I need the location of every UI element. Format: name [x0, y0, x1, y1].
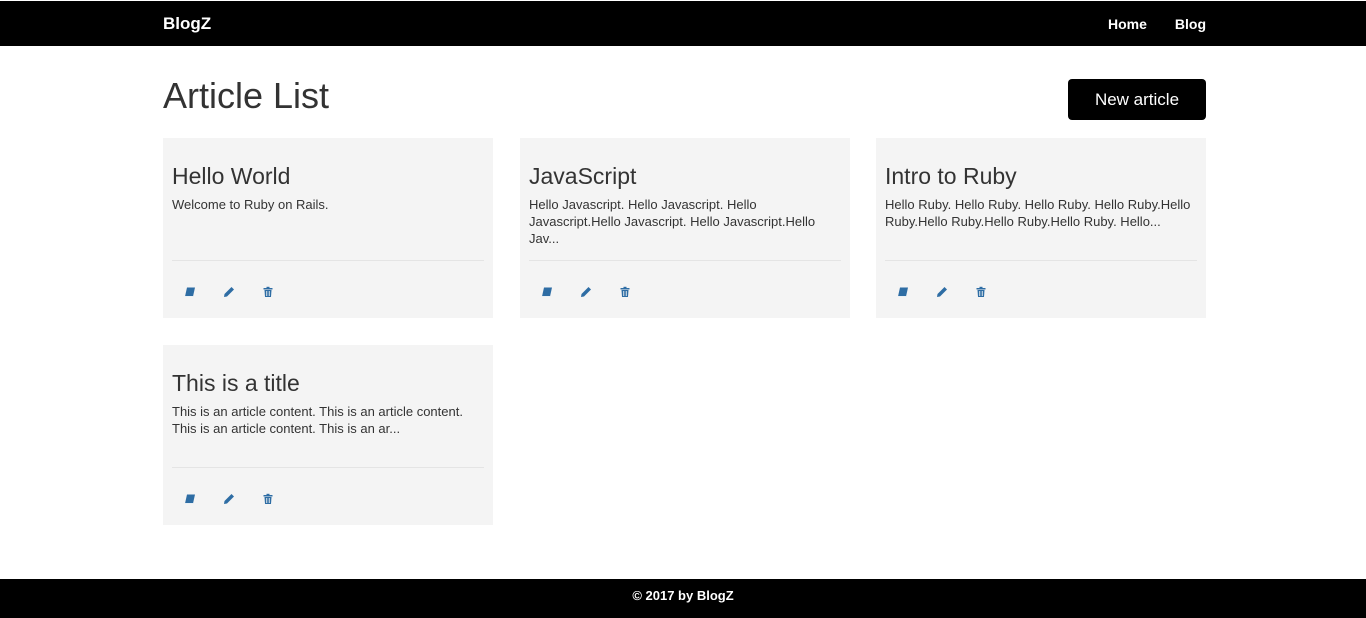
brand-link[interactable]: BlogZ	[163, 14, 211, 34]
nav-link-home[interactable]: Home	[1108, 15, 1147, 33]
pencil-icon[interactable]	[222, 492, 236, 506]
book-icon[interactable]	[540, 285, 554, 299]
article-card: Intro to Ruby Hello Ruby. Hello Ruby. He…	[876, 138, 1206, 318]
navbar: BlogZ Home Blog	[0, 1, 1366, 46]
article-card: JavaScript Hello Javascript. Hello Javas…	[520, 138, 850, 318]
article-excerpt: This is an article content. This is an a…	[172, 404, 463, 436]
card-actions	[183, 285, 300, 299]
card-actions	[896, 285, 1013, 299]
card-actions	[183, 492, 300, 506]
card-actions	[540, 285, 657, 299]
footer-copyright: © 2017 by BlogZ	[632, 588, 734, 603]
pencil-icon[interactable]	[222, 285, 236, 299]
footer: © 2017 by BlogZ	[0, 579, 1366, 618]
book-icon[interactable]	[183, 285, 197, 299]
card-divider	[172, 467, 484, 468]
article-title: Hello World	[172, 163, 291, 189]
book-icon[interactable]	[896, 285, 910, 299]
new-article-button[interactable]: New article	[1068, 79, 1206, 120]
page-title: Article List	[163, 75, 330, 116]
article-title: Intro to Ruby	[885, 163, 1017, 189]
article-excerpt: Hello Ruby. Hello Ruby. Hello Ruby. Hell…	[885, 197, 1191, 229]
trash-icon[interactable]	[974, 285, 988, 299]
pencil-icon[interactable]	[579, 285, 593, 299]
card-divider	[529, 260, 841, 261]
trash-icon[interactable]	[261, 492, 275, 506]
article-title: This is a title	[172, 370, 300, 396]
article-title: JavaScript	[529, 163, 637, 189]
card-divider	[885, 260, 1197, 261]
article-excerpt: Welcome to Ruby on Rails.	[172, 197, 329, 212]
article-card: This is a title This is an article conte…	[163, 345, 493, 525]
article-card: Hello World Welcome to Ruby on Rails.	[163, 138, 493, 318]
trash-icon[interactable]	[618, 285, 632, 299]
card-divider	[172, 260, 484, 261]
book-icon[interactable]	[183, 492, 197, 506]
article-excerpt: Hello Javascript. Hello Javascript. Hell…	[529, 197, 816, 246]
trash-icon[interactable]	[261, 285, 275, 299]
nav-links: Home Blog	[1080, 15, 1206, 33]
nav-link-blog[interactable]: Blog	[1175, 15, 1206, 33]
pencil-icon[interactable]	[935, 285, 949, 299]
